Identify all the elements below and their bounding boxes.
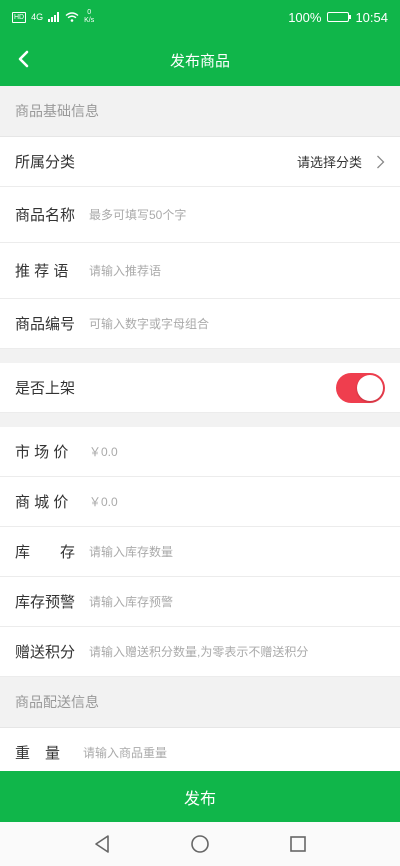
code-input[interactable]: 可输入数字或字母组合: [89, 315, 209, 332]
stock-warning-input[interactable]: 请输入库存预警: [89, 593, 173, 610]
chevron-right-icon: [377, 155, 385, 168]
toggle-knob: [357, 374, 383, 401]
nav-home-button[interactable]: [185, 829, 215, 859]
mall-price-label: 商 城 价: [15, 494, 69, 511]
publish-button[interactable]: 发布: [0, 771, 400, 822]
nav-recents-button[interactable]: [283, 829, 313, 859]
stock-warning-row: 库存预警 请输入库存预警: [0, 577, 400, 627]
nav-bar: 发布商品: [0, 34, 400, 86]
clock: 10:54: [355, 9, 388, 25]
mall-price-input[interactable]: ￥0.0: [89, 493, 118, 510]
weight-label: 重 量: [15, 745, 61, 762]
market-price-label: 市 场 价: [15, 444, 69, 461]
market-price-row: 市 场 价 ￥0.0: [0, 427, 400, 477]
status-right: 100% 10:54: [288, 10, 388, 25]
slogan-input[interactable]: 请输入推荐语: [89, 262, 161, 279]
status-left: HD 4G 0 K/s: [12, 9, 94, 25]
name-input[interactable]: 最多可填写50个字: [89, 206, 186, 223]
circle-home-icon: [191, 835, 209, 853]
battery-percent: 100%: [288, 9, 322, 25]
on-shelf-toggle[interactable]: [336, 372, 385, 403]
wifi-icon: [65, 12, 79, 22]
name-label: 商品名称: [15, 207, 76, 224]
stock-warning-label: 库存预警: [15, 594, 76, 611]
stock-label: 库 存: [15, 544, 76, 561]
section-delivery-info: 商品配送信息: [0, 677, 400, 728]
chevron-left-icon: [18, 50, 29, 68]
page-title: 发布商品: [169, 52, 230, 70]
status-bar: HD 4G 0 K/s 100% 10:54: [0, 0, 400, 34]
net-speed-value: 0: [87, 9, 92, 16]
category-value: 请选择分类: [296, 155, 362, 170]
category-select[interactable]: 请选择分类: [297, 152, 385, 171]
points-input[interactable]: 请输入赠送积分数量,为零表示不赠送积分: [89, 643, 308, 660]
stock-row: 库 存 请输入库存数量: [0, 527, 400, 577]
mall-price-row: 商 城 价 ￥0.0: [0, 477, 400, 527]
weight-input[interactable]: 请输入商品重量: [83, 744, 167, 761]
code-row: 商品编号 可输入数字或字母组合: [0, 299, 400, 349]
category-label: 所属分类: [15, 154, 76, 171]
code-label: 商品编号: [15, 316, 76, 333]
points-label: 赠送积分: [15, 644, 76, 661]
stock-input[interactable]: 请输入库存数量: [89, 543, 173, 560]
form: 商品基础信息 所属分类 请选择分类 商品名称 最多可填写50个字 推 荐 语 请…: [0, 86, 400, 778]
hd-badge: HD: [12, 11, 27, 23]
name-row: 商品名称 最多可填写50个字: [0, 187, 400, 243]
slogan-row: 推 荐 语 请输入推荐语: [0, 243, 400, 299]
square-recents-icon: [290, 836, 306, 852]
net-speed-unit: K/s: [84, 17, 95, 24]
section-gap: [0, 413, 400, 427]
network-type: 4G: [31, 12, 44, 22]
battery-icon: [327, 12, 352, 22]
section-gap: [0, 349, 400, 363]
section-basic-info: 商品基础信息: [0, 86, 400, 137]
signal-icon: [48, 12, 60, 22]
slogan-label: 推 荐 语: [15, 263, 69, 280]
points-row: 赠送积分 请输入赠送积分数量,为零表示不赠送积分: [0, 627, 400, 677]
on-shelf-label: 是否上架: [15, 380, 76, 397]
category-row[interactable]: 所属分类 请选择分类: [0, 137, 400, 187]
system-nav-bar: [0, 822, 400, 866]
triangle-back-icon: [95, 835, 109, 853]
back-button[interactable]: [8, 44, 38, 74]
nav-back-button[interactable]: [87, 829, 117, 859]
on-shelf-row: 是否上架: [0, 363, 400, 413]
market-price-input[interactable]: ￥0.0: [89, 443, 118, 460]
net-speed: 0 K/s: [84, 9, 94, 25]
